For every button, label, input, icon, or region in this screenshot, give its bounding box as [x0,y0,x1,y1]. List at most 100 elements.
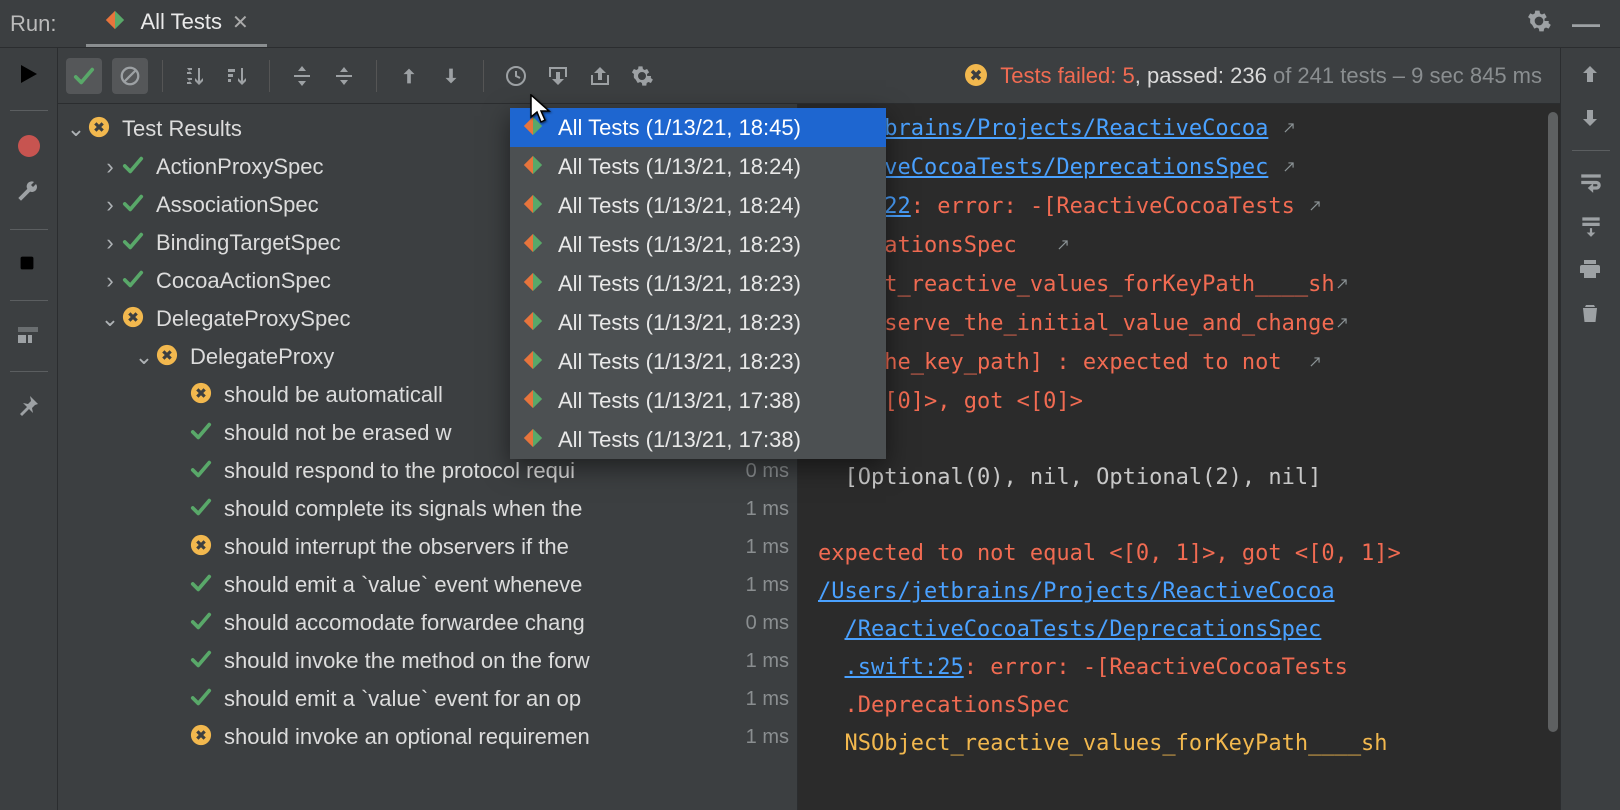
tree-label: should emit a `value` event for an op [224,686,746,712]
history-item[interactable]: All Tests (1/13/21, 18:45) [510,108,886,147]
run-config-icon [522,271,548,297]
stop-button[interactable] [16,252,42,278]
history-button[interactable] [498,58,534,94]
pin-icon[interactable] [16,394,42,420]
tab-all-tests[interactable]: All Tests ✕ [86,0,266,47]
status-failed-count: 5 [1122,63,1134,88]
history-item[interactable]: All Tests (1/13/21, 18:24) [510,186,886,225]
tab-title: All Tests [140,9,222,35]
pass-icon [190,496,216,522]
nav-down-icon[interactable] [1578,106,1604,132]
run-config-icon [104,9,130,35]
warn-icon [190,724,216,750]
history-item[interactable]: All Tests (1/13/21, 18:23) [510,264,886,303]
status-failed-prefix: Tests failed: [1000,63,1122,88]
prev-fail-button[interactable] [391,58,427,94]
close-icon[interactable]: ✕ [232,10,249,35]
tree-duration: 1 ms [746,536,797,559]
tree-row[interactable]: should invoke the method on the forw1 ms [58,642,797,680]
console-text: .DeprecationsSpec [845,693,1070,718]
test-settings-button[interactable] [624,58,660,94]
tree-label: should accomodate forwardee chang [224,610,746,636]
collapse-all-button[interactable] [326,58,362,94]
test-toolbar: Tests failed: 5, passed: 236 of 241 test… [58,48,1560,104]
tree-label: should complete its signals when the [224,496,746,522]
settings-icon[interactable] [1526,8,1552,34]
import-tests-button[interactable] [540,58,576,94]
tree-duration: 1 ms [746,498,797,521]
tab-strip: Run: All Tests ✕ — [0,0,1620,48]
show-ignored-toggle[interactable] [112,58,148,94]
tree-duration: 0 ms [746,612,797,635]
scroll-end-icon[interactable] [1578,213,1604,239]
tree-row[interactable]: should invoke an optional requiremen1 ms [58,718,797,756]
status-pass-count: 236 [1230,63,1267,88]
console-text: [Optional(0), nil, Optional(2), nil] [845,465,1322,490]
tree-row[interactable]: should complete its signals when the1 ms [58,490,797,528]
history-item[interactable]: All Tests (1/13/21, 17:38) [510,381,886,420]
tree-row[interactable]: should emit a `value` event wheneve1 ms [58,566,797,604]
next-fail-button[interactable] [433,58,469,94]
toggle-breakpoint-icon[interactable] [16,133,42,159]
chevron-icon: ⌄ [132,344,156,370]
history-item[interactable]: All Tests (1/13/21, 18:23) [510,303,886,342]
show-passed-toggle[interactable] [66,58,102,94]
pass-icon [122,192,148,218]
chevron-icon: › [98,192,122,218]
chevron-icon: › [98,268,122,294]
scrollbar-thumb[interactable] [1548,112,1558,732]
run-config-icon [522,349,548,375]
warn-icon [190,534,216,560]
console-link[interactable]: /ReactiveCocoaTests/DeprecationsSpec [845,617,1322,642]
run-config-icon [522,193,548,219]
console-text: expected to not equal <[0, 1]>, got <[0,… [818,541,1401,566]
history-item[interactable]: All Tests (1/13/21, 18:23) [510,342,886,381]
run-config-icon [522,154,548,180]
nav-up-icon[interactable] [1578,62,1604,88]
run-config-icon [522,388,548,414]
history-item[interactable]: All Tests (1/13/21, 18:24) [510,147,886,186]
run-config-icon [522,310,548,336]
chevron-icon: › [98,154,122,180]
tree-row[interactable]: should emit a `value` event for an op1 m… [58,680,797,718]
console-link[interactable]: /Users/jetbrains/Projects/ReactiveCocoa [818,579,1335,604]
pass-icon [190,648,216,674]
tree-row[interactable]: should interrupt the observers if the1 m… [58,528,797,566]
pass-icon [122,154,148,180]
run-config-icon [522,427,548,453]
layout-icon[interactable] [16,323,42,349]
tree-row[interactable]: should accomodate forwardee chang0 ms [58,604,797,642]
clear-icon[interactable] [1578,301,1604,327]
export-tests-button[interactable] [582,58,618,94]
history-item-label: All Tests (1/13/21, 18:23) [558,310,801,336]
run-config-icon [522,232,548,258]
console-text: : error: -[ReactiveCocoaTests [911,194,1295,219]
pass-icon [190,686,216,712]
pass-icon [190,458,216,484]
tree-label: should invoke the method on the forw [224,648,746,674]
console-link[interactable]: .swift:25 [845,655,964,680]
sort-alpha-button[interactable] [177,58,213,94]
pass-icon [122,230,148,256]
history-item[interactable]: All Tests (1/13/21, 18:23) [510,225,886,264]
console-text: NSObject_reactive_values_forKeyPath____s… [845,731,1388,756]
warn-icon [156,344,182,370]
warn-icon [88,116,114,142]
warn-icon [190,382,216,408]
tree-duration: 0 ms [746,460,797,483]
minimize-icon[interactable]: — [1572,8,1600,40]
history-item-label: All Tests (1/13/21, 18:24) [558,154,801,180]
sort-duration-button[interactable] [219,58,255,94]
console-link[interactable]: ctiveCocoaTests/DeprecationsSpec [845,155,1269,180]
print-icon[interactable] [1578,257,1604,283]
soft-wrap-icon[interactable] [1578,169,1604,195]
history-item[interactable]: All Tests (1/13/21, 17:38) [510,420,886,459]
rerun-button[interactable] [16,62,42,88]
expand-all-button[interactable] [284,58,320,94]
tree-duration: 1 ms [746,688,797,711]
console-text: ject_reactive_values_forKeyPath____sh [845,272,1335,297]
console-output[interactable]: s/jetbrains/Projects/ReactiveCocoa ctive… [798,104,1560,810]
pass-icon [190,420,216,446]
wrench-icon[interactable] [16,181,42,207]
right-gutter [1560,48,1620,810]
